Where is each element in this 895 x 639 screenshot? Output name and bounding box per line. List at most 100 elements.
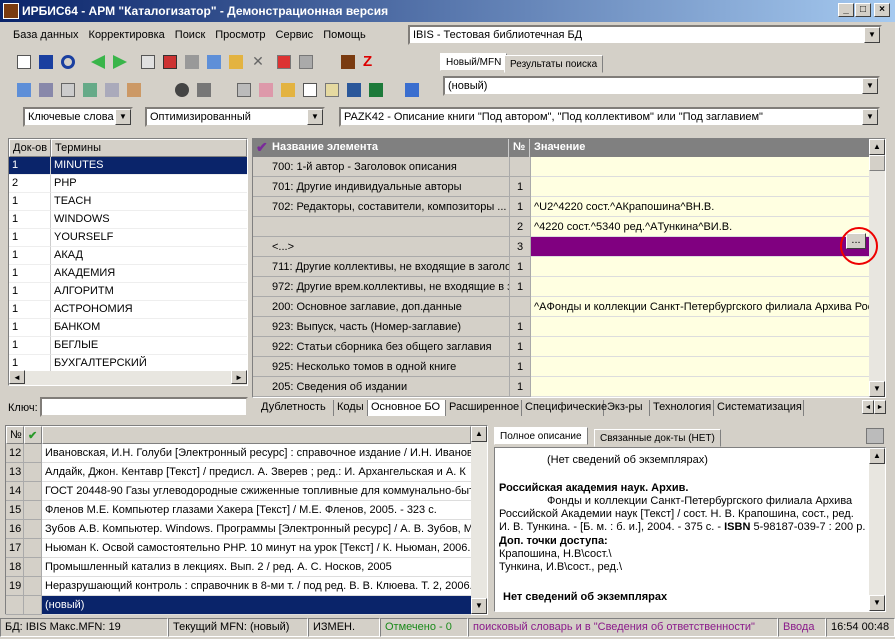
value-cell[interactable]: ^AФонды и коллекции Санкт-Петербургского… xyxy=(531,297,869,317)
editor-vscroll[interactable]: ▲ ▼ xyxy=(869,139,885,397)
result-check-cell[interactable] xyxy=(24,558,42,577)
result-check-cell[interactable] xyxy=(24,596,42,615)
undo-button[interactable] xyxy=(58,52,78,72)
chevron-down-icon[interactable]: ▼ xyxy=(864,27,880,43)
value-cell[interactable]: ^4220 сост.^5340 ред.^AТункина^BИ.В. xyxy=(531,217,869,237)
result-check-cell[interactable] xyxy=(24,577,42,596)
new-record-row[interactable]: (новый) xyxy=(6,596,471,615)
table-row[interactable]: 925: Несколько томов в одной книге 1 xyxy=(253,357,869,377)
library-button[interactable] xyxy=(338,52,358,72)
chevron-down-icon[interactable]: ▼ xyxy=(115,109,131,125)
table-row[interactable]: 702: Редакторы, составители, композиторы… xyxy=(253,197,869,217)
key-input[interactable] xyxy=(40,397,248,417)
folder-button[interactable] xyxy=(194,80,214,100)
delete-button[interactable]: ✕ xyxy=(248,52,268,72)
editor-tab[interactable]: Экз-ры xyxy=(604,400,650,416)
tab-scroll[interactable]: ◄ ► xyxy=(862,400,886,414)
results-vscroll[interactable]: ▲ ▼ xyxy=(471,426,487,614)
table-row[interactable]: 1 АСТРОНОМИЯ xyxy=(9,301,247,319)
value-cell[interactable] xyxy=(531,357,869,377)
result-check-cell[interactable] xyxy=(24,501,42,520)
editor-tab[interactable]: Основное БО xyxy=(368,400,446,416)
tab-linked-docs[interactable]: Связанные док-ты (НЕТ) xyxy=(594,429,721,447)
table-row[interactable]: 205: Сведения об издании 1 xyxy=(253,377,869,397)
tab-full-description[interactable]: Полное описание xyxy=(494,427,588,445)
value-cell[interactable] xyxy=(531,337,869,357)
table-row[interactable]: <...> 3 xyxy=(253,237,869,257)
table-row[interactable]: 12 Ивановская, И.Н. Голуби [Электронный … xyxy=(6,444,471,463)
report-button[interactable] xyxy=(322,80,342,100)
print-description-icon[interactable] xyxy=(866,428,884,444)
value-cell[interactable] xyxy=(531,237,869,257)
table-row[interactable]: 18 Промышленный катализ в лекциях. Вып. … xyxy=(6,558,471,577)
menu-edit[interactable]: Корректировка xyxy=(84,26,170,44)
editor-tab[interactable]: Технология xyxy=(650,400,714,416)
scroll-left-icon[interactable]: ◄ xyxy=(9,370,25,384)
table-row[interactable]: 13 Алдайк, Джон. Кентавр [Текст] / преди… xyxy=(6,463,471,482)
table-row[interactable]: 15 Фленов М.Е. Компьютер глазами Хакера … xyxy=(6,501,471,520)
tab-scroll-left-icon[interactable]: ◄ xyxy=(862,400,874,414)
export-button[interactable] xyxy=(296,52,316,72)
tab-search-results[interactable]: Результаты поиска xyxy=(504,55,604,73)
menu-view[interactable]: Просмотр xyxy=(210,26,270,44)
table-button[interactable] xyxy=(160,52,180,72)
description-vscroll[interactable]: ▲ ▼ xyxy=(869,448,885,611)
import-button[interactable] xyxy=(274,52,294,72)
editor-tab[interactable]: Дублетность xyxy=(258,400,334,416)
help-button[interactable] xyxy=(402,80,422,100)
value-cell[interactable] xyxy=(531,177,869,197)
col-num-header[interactable]: № xyxy=(510,139,530,157)
edit-button[interactable] xyxy=(204,52,224,72)
optimization-select[interactable]: Оптимизированный ▼ xyxy=(145,107,325,127)
table-row[interactable]: 700: 1-й автор - Заголовок описания xyxy=(253,157,869,177)
table-row[interactable]: 200: Основное заглавие, доп.данные ^AФон… xyxy=(253,297,869,317)
table-row[interactable]: 17 Ньюман К. Освой самостоятельно PHP. 1… xyxy=(6,539,471,558)
col-terms-header[interactable]: Термины xyxy=(51,139,247,157)
table-row[interactable]: 1 БЕГЛЫЕ xyxy=(9,337,247,355)
table-row[interactable]: 1 MINUTES xyxy=(9,157,247,175)
scroll-right-icon[interactable]: ► xyxy=(231,370,247,384)
value-cell[interactable] xyxy=(531,157,869,177)
table-row[interactable]: 2 PHP xyxy=(9,175,247,193)
tab-new-mfn[interactable]: Новый/MFN xyxy=(440,53,508,71)
print-button[interactable] xyxy=(234,80,254,100)
table-row[interactable]: 701: Другие индивидуальные авторы 1 xyxy=(253,177,869,197)
mail-button[interactable] xyxy=(58,80,78,100)
dictionary-hscroll[interactable]: ◄ ► xyxy=(9,370,247,385)
table-row[interactable]: 1 TEACH xyxy=(9,193,247,211)
maximize-button[interactable]: □ xyxy=(855,3,871,17)
chart-button[interactable] xyxy=(80,80,100,100)
tab-scroll-right-icon[interactable]: ► xyxy=(874,400,886,414)
close-button[interactable]: × xyxy=(874,3,890,17)
table-row[interactable]: 972: Другие врем.коллективы, не входящие… xyxy=(253,277,869,297)
excel-button[interactable] xyxy=(366,80,386,100)
menu-service[interactable]: Сервис xyxy=(271,26,319,44)
col-docs-header[interactable]: Док-ов xyxy=(9,139,51,157)
editor-tab[interactable]: Коды xyxy=(334,400,368,416)
scroll-down-icon[interactable]: ▼ xyxy=(869,381,885,397)
scroll-down-icon[interactable]: ▼ xyxy=(471,598,487,614)
result-check-cell[interactable] xyxy=(24,520,42,539)
page-setup-button[interactable] xyxy=(256,80,276,100)
value-cell[interactable]: ^U2^4220 сост.^AКрапошина^BН.В. xyxy=(531,197,869,217)
filter-button[interactable] xyxy=(36,80,56,100)
word-button[interactable] xyxy=(344,80,364,100)
table-row[interactable]: 1 БАНКОМ xyxy=(9,319,247,337)
copy-button[interactable] xyxy=(300,80,320,100)
scroll-up-icon[interactable]: ▲ xyxy=(869,139,885,155)
value-cell[interactable] xyxy=(531,277,869,297)
table-row[interactable]: 1 АКАД xyxy=(9,247,247,265)
editor-tab[interactable]: Специфические xyxy=(522,400,607,416)
record-select[interactable]: (новый) ▼ xyxy=(443,76,880,96)
table-row[interactable]: 1 WINDOWS xyxy=(9,211,247,229)
table-row[interactable]: 1 АЛГОРИТМ xyxy=(9,283,247,301)
table-row[interactable]: 14 ГОСТ 20448-90 Газы углеводородные сжи… xyxy=(6,482,471,501)
scroll-up-icon[interactable]: ▲ xyxy=(869,448,885,464)
menu-database[interactable]: База данных xyxy=(8,26,84,44)
value-cell[interactable] xyxy=(531,257,869,277)
result-check-cell[interactable] xyxy=(24,539,42,558)
copy-record-button[interactable] xyxy=(138,52,158,72)
minimize-button[interactable]: _ xyxy=(838,3,854,17)
database-select[interactable]: IBIS - Тестовая библиотечная БД ▼ xyxy=(408,25,882,45)
next-record-button[interactable] xyxy=(110,52,130,72)
